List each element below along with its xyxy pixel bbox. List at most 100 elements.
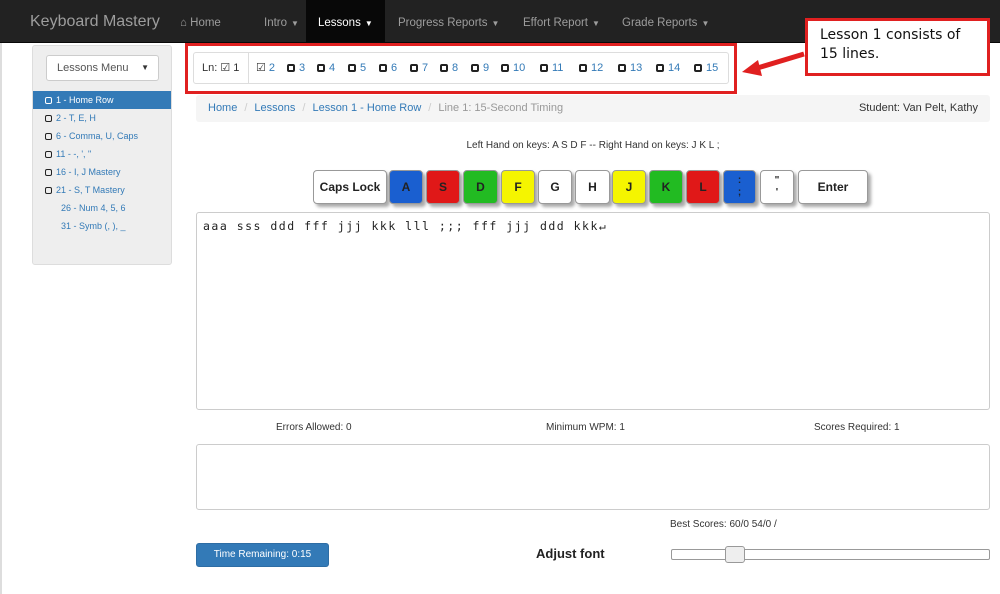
line-number: 10 xyxy=(513,62,526,74)
hand-position-hint: Left Hand on keys: A S D F -- Right Hand… xyxy=(466,140,720,151)
caret-down-icon: ▼ xyxy=(141,63,149,72)
checkbox-icon xyxy=(440,64,448,72)
line-number: 12 xyxy=(591,62,604,74)
time-remaining-button[interactable]: Time Remaining: 0:15 xyxy=(196,543,329,567)
sidebar-lesson-label: 1 - Home Row xyxy=(56,95,114,105)
breadcrumb-home[interactable]: Home xyxy=(208,102,237,114)
line-link-8[interactable]: 8 xyxy=(440,53,458,83)
nav-intro-label: Intro xyxy=(264,17,288,29)
line-link-3[interactable]: 3 xyxy=(287,53,305,83)
key-k9: L xyxy=(686,170,720,204)
breadcrumb-lessons[interactable]: Lessons xyxy=(254,102,295,114)
sidebar-lesson-item[interactable]: 2 - T, E, H xyxy=(33,109,171,127)
breadcrumb-separator: / xyxy=(428,102,432,114)
nav-grade-reports[interactable]: Grade Reports ▼ xyxy=(612,0,719,43)
divider xyxy=(248,53,249,83)
sidebar-lesson-item[interactable]: 6 - Comma, U, Caps xyxy=(33,127,171,145)
line-number: 14 xyxy=(668,62,681,74)
line-link-15[interactable]: 15 xyxy=(694,53,718,83)
scores-required: Scores Required: 1 xyxy=(814,422,900,433)
checkmark-icon: ☑ xyxy=(256,62,266,74)
line-link-12[interactable]: 12 xyxy=(579,53,603,83)
line-link-4[interactable]: 4 xyxy=(317,53,335,83)
checkbox-icon xyxy=(45,169,52,176)
checkbox-icon xyxy=(348,64,356,72)
checkbox-icon xyxy=(579,64,587,72)
line-link-10[interactable]: 10 xyxy=(501,53,525,83)
key-k1: A xyxy=(389,170,423,204)
breadcrumb-lesson[interactable]: Lesson 1 - Home Row xyxy=(312,102,421,114)
sidebar-lesson-label: 16 - I, J Mastery xyxy=(56,167,121,177)
line-link-2[interactable]: ☑ 2 xyxy=(256,53,275,83)
checkbox-icon xyxy=(410,64,418,72)
sidebar-lesson-item[interactable]: 11 - -, ', " xyxy=(33,145,171,163)
line-number: 11 xyxy=(552,62,564,74)
lessons-menu-dropdown[interactable]: Lessons Menu ▼ xyxy=(46,55,159,81)
caret-down-icon: ▼ xyxy=(592,19,600,28)
line-current-number: 1 xyxy=(233,62,240,74)
errors-allowed: Errors Allowed: 0 xyxy=(276,422,352,433)
sidebar-lesson-item[interactable]: 26 - Num 4, 5, 6 xyxy=(33,199,171,217)
sidebar-lesson-label: 2 - T, E, H xyxy=(56,113,96,123)
line-number: 3 xyxy=(299,62,306,74)
checkbox-icon xyxy=(656,64,664,72)
line-link-9[interactable]: 9 xyxy=(471,53,489,83)
line-number: 15 xyxy=(706,62,719,74)
sidebar-lesson-label: 6 - Comma, U, Caps xyxy=(56,131,139,141)
typing-area[interactable]: aaa sss ddd fff jjj kkk lll ;;; fff jjj … xyxy=(196,212,990,410)
checkbox-icon xyxy=(45,151,52,158)
callout-line-2: 15 lines. xyxy=(820,46,880,62)
sidebar-lesson-label: 26 - Num 4, 5, 6 xyxy=(61,203,126,213)
line-number: 6 xyxy=(391,62,398,74)
key-enter: Enter xyxy=(798,170,868,204)
nav-home[interactable]: ⌂ Home xyxy=(180,0,221,43)
line-link-13[interactable]: 13 xyxy=(618,53,642,83)
nav-grade-label: Grade Reports xyxy=(622,17,698,29)
breadcrumb-separator: / xyxy=(302,102,306,114)
typing-prompt-text: aaa sss ddd fff jjj kkk lll ;;; fff jjj … xyxy=(203,219,608,233)
nav-effort-report[interactable]: Effort Report ▼ xyxy=(513,0,610,43)
line-link-14[interactable]: 14 xyxy=(656,53,680,83)
line-number: 8 xyxy=(452,62,459,74)
key-k7: J xyxy=(612,170,646,204)
line-link-5[interactable]: 5 xyxy=(348,53,366,83)
sidebar-lesson-item[interactable]: 21 - S, T Mastery xyxy=(33,181,171,199)
line-number: 5 xyxy=(360,62,367,74)
checkbox-icon xyxy=(45,115,52,122)
line-link-11[interactable]: 11 xyxy=(540,53,563,83)
annotation-callout: Lesson 1 consists of 15 lines. xyxy=(805,18,990,76)
font-size-slider-handle[interactable] xyxy=(724,546,745,563)
line-number: 9 xyxy=(483,62,490,74)
line-selector: Ln: ☑ 1 ☑ 2 3 4 5 6 7 8 9 10 11 12 13 14 15 xyxy=(193,52,729,84)
sidebar-lesson-label: 11 - -, ', " xyxy=(56,149,92,159)
checkbox-icon xyxy=(45,187,52,194)
checkbox-icon xyxy=(287,64,295,72)
nav-home-label: Home xyxy=(190,17,221,29)
checkbox-icon xyxy=(317,64,325,72)
caret-down-icon: ▼ xyxy=(701,19,710,28)
key-k5: G xyxy=(538,170,572,204)
sidebar-lesson-item[interactable]: 1 - Home Row xyxy=(33,91,171,109)
checkbox-icon xyxy=(694,64,702,72)
nav-effort-label: Effort Report xyxy=(523,17,588,29)
lessons-sidebar: Lessons Menu ▼ 1 - Home Row 2 - T, E, H 6 … xyxy=(32,45,172,265)
caret-down-icon: ▼ xyxy=(364,19,373,28)
line-link-6[interactable]: 6 xyxy=(379,53,397,83)
line-link-7[interactable]: 7 xyxy=(410,53,428,83)
sidebar-lesson-label: 21 - S, T Mastery xyxy=(56,185,125,195)
line-label: Ln: xyxy=(202,62,218,74)
nav-lessons[interactable]: Lessons ▼ xyxy=(306,0,385,43)
line-selector-highlight: Ln: ☑ 1 ☑ 2 3 4 5 6 7 8 9 10 11 12 13 14 15 xyxy=(185,43,737,94)
student-name: Student: Van Pelt, Kathy xyxy=(858,102,978,114)
brand-title[interactable]: Keyboard Mastery xyxy=(30,13,160,31)
checkbox-icon xyxy=(45,133,52,140)
lessons-menu-label: Lessons Menu xyxy=(57,62,129,74)
font-size-slider[interactable] xyxy=(671,549,990,560)
sidebar-lesson-item[interactable]: 31 - Symb (, ), _ xyxy=(33,217,171,235)
key-k6: H xyxy=(575,170,610,204)
nav-progress-reports[interactable]: Progress Reports ▼ xyxy=(388,0,509,43)
key-k3: D xyxy=(463,170,498,204)
sidebar-lesson-item[interactable]: 16 - I, J Mastery xyxy=(33,163,171,181)
lesson-list: 1 - Home Row 2 - T, E, H 6 - Comma, U, Cap… xyxy=(33,91,171,235)
nav-intro[interactable]: Intro ▼ xyxy=(254,0,309,43)
